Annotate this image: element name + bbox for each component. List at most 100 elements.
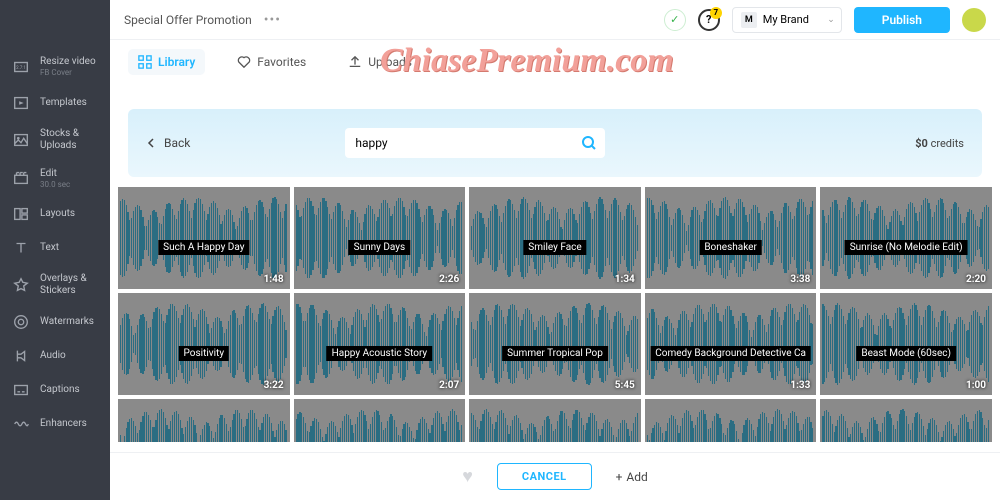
track-duration: 1:33 xyxy=(790,380,810,391)
tab-uploads[interactable]: Uploads xyxy=(338,49,422,75)
sidebar-label: Audio xyxy=(40,350,66,362)
sidebar-label: Watermarks xyxy=(40,316,94,328)
track-duration: 2:26 xyxy=(439,274,459,285)
help-count-badge: 7 xyxy=(710,7,722,19)
audio-tile[interactable] xyxy=(820,399,992,442)
sidebar-item-resize[interactable]: 2.7:1Resize videoFB Cover xyxy=(0,48,110,86)
track-name: Happy Acoustic Story xyxy=(327,346,433,361)
search-icon[interactable] xyxy=(581,135,597,151)
sidebar-item-stocks[interactable]: Stocks & Uploads xyxy=(0,120,110,160)
tab-favorites[interactable]: Favorites xyxy=(227,49,316,75)
sidebar-item-layouts[interactable]: Layouts xyxy=(0,197,110,231)
audio-icon xyxy=(12,347,30,365)
track-duration: 1:34 xyxy=(615,274,635,285)
sidebar-label: Captions xyxy=(40,384,80,396)
audio-tile[interactable]: Happy Acoustic Story2:07 xyxy=(294,293,466,395)
credits-display: $0 credits xyxy=(915,137,964,150)
project-name[interactable]: Special Offer Promotion xyxy=(124,13,252,27)
brand-name: My Brand xyxy=(763,13,809,26)
more-options-icon[interactable]: ••• xyxy=(264,12,281,28)
sidebar-label: Enhancers xyxy=(40,418,87,430)
track-name: Sunrise (No Melodie Edit) xyxy=(845,240,968,255)
audio-tile[interactable] xyxy=(294,399,466,442)
sidebar-label: Stocks & Uploads xyxy=(40,128,98,152)
svg-text:2.7:1: 2.7:1 xyxy=(16,65,26,71)
waveform xyxy=(294,399,466,442)
waveform xyxy=(118,399,290,442)
track-duration: 2:20 xyxy=(966,274,986,285)
sidebar-item-text[interactable]: Text xyxy=(0,231,110,265)
track-duration: 3:38 xyxy=(790,274,810,285)
audio-tile[interactable] xyxy=(118,399,290,442)
track-name: Beast Mode (60sec) xyxy=(856,346,956,361)
add-label: Add xyxy=(626,470,647,484)
user-avatar[interactable] xyxy=(962,8,986,32)
track-name: Smiley Face xyxy=(523,240,586,255)
track-name: Summer Tropical Pop xyxy=(502,346,608,361)
sidebar-item-audio[interactable]: Audio xyxy=(0,339,110,373)
layouts-icon xyxy=(12,205,30,223)
track-name: Positivity xyxy=(179,346,230,361)
plus-icon: + xyxy=(616,470,623,484)
brand-dropdown[interactable]: M My Brand ⌄ xyxy=(732,7,842,33)
sidebar-item-templates[interactable]: Templates xyxy=(0,86,110,120)
sidebar-item-watermarks[interactable]: Watermarks xyxy=(0,305,110,339)
arrow-left-icon xyxy=(146,137,158,149)
audio-tile[interactable]: Sunrise (No Melodie Edit) 2:20 xyxy=(820,187,992,289)
overlays-icon xyxy=(12,276,30,294)
tab-library[interactable]: Library xyxy=(128,49,205,75)
heart-icon xyxy=(237,55,251,69)
status-check-icon[interactable]: ✓ xyxy=(664,9,686,31)
track-grid: Such A Happy Day 1:48 Sunny Days 2:26 Smiley… xyxy=(118,187,992,442)
back-button[interactable]: Back xyxy=(146,136,190,150)
sidebar-item-captions[interactable]: Captions xyxy=(0,373,110,407)
search-bar: Back $0 credits xyxy=(128,109,982,177)
track-duration: 3:22 xyxy=(264,380,284,391)
audio-tile[interactable] xyxy=(469,399,641,442)
sidebar-item-enhancers[interactable]: Enhancers xyxy=(0,407,110,441)
track-duration: 5:45 xyxy=(615,380,635,391)
chevron-down-icon: ⌄ xyxy=(827,15,835,25)
text-icon xyxy=(12,239,30,257)
tab-library-label: Library xyxy=(158,55,195,69)
edit-icon xyxy=(12,169,30,187)
audio-tile[interactable] xyxy=(645,399,817,442)
waveform xyxy=(645,399,817,442)
captions-icon xyxy=(12,381,30,399)
templates-icon xyxy=(12,94,30,112)
audio-tile[interactable]: Positivity 3:22 xyxy=(118,293,290,395)
audio-tile[interactable]: Such A Happy Day 1:48 xyxy=(118,187,290,289)
track-duration: 1:48 xyxy=(264,274,284,285)
audio-tile[interactable]: Beast Mode (60sec) 1:00 xyxy=(820,293,992,395)
add-button[interactable]: + Add xyxy=(616,470,648,484)
audio-tile[interactable]: Comedy Background Detective Ca1:33 xyxy=(645,293,817,395)
enhancers-icon xyxy=(12,415,30,433)
waveform xyxy=(469,399,641,442)
topbar: Special Offer Promotion ••• ✓ ? 7 M My B… xyxy=(110,0,1000,40)
sidebar: 2.7:1Resize videoFB CoverTemplates Stocks… xyxy=(0,0,110,500)
audio-tile[interactable]: Summer Tropical Pop 5:45 xyxy=(469,293,641,395)
track-duration: 1:00 xyxy=(966,380,986,391)
audio-tile[interactable]: Boneshaker3:38 xyxy=(645,187,817,289)
help-button[interactable]: ? 7 xyxy=(698,9,720,31)
credits-label: credits xyxy=(931,137,964,150)
audio-tile[interactable]: Sunny Days 2:26 xyxy=(294,187,466,289)
favorite-toggle[interactable]: ♥ xyxy=(462,466,473,487)
credits-amount: $0 xyxy=(915,137,928,150)
sidebar-item-edit[interactable]: Edit30.0 sec xyxy=(0,160,110,198)
resize-icon: 2.7:1 xyxy=(12,58,30,76)
track-name: Such A Happy Day xyxy=(158,240,249,255)
stocks-icon xyxy=(12,131,30,149)
track-name: Sunny Days xyxy=(349,240,411,255)
sidebar-label: Text xyxy=(40,242,59,254)
cancel-button[interactable]: CANCEL xyxy=(497,463,592,490)
audio-tile[interactable]: Smiley Face 1:34 xyxy=(469,187,641,289)
upload-icon xyxy=(348,55,362,69)
sidebar-sublabel: FB Cover xyxy=(40,68,96,78)
bottom-bar: ♥ CANCEL + Add xyxy=(110,452,1000,500)
sidebar-label: Layouts xyxy=(40,208,75,220)
sidebar-item-overlays[interactable]: Overlays & Stickers xyxy=(0,265,110,305)
search-input[interactable] xyxy=(345,128,605,158)
library-tabs: Library Favorites Uploads xyxy=(110,40,1000,84)
publish-button[interactable]: Publish xyxy=(854,7,950,33)
